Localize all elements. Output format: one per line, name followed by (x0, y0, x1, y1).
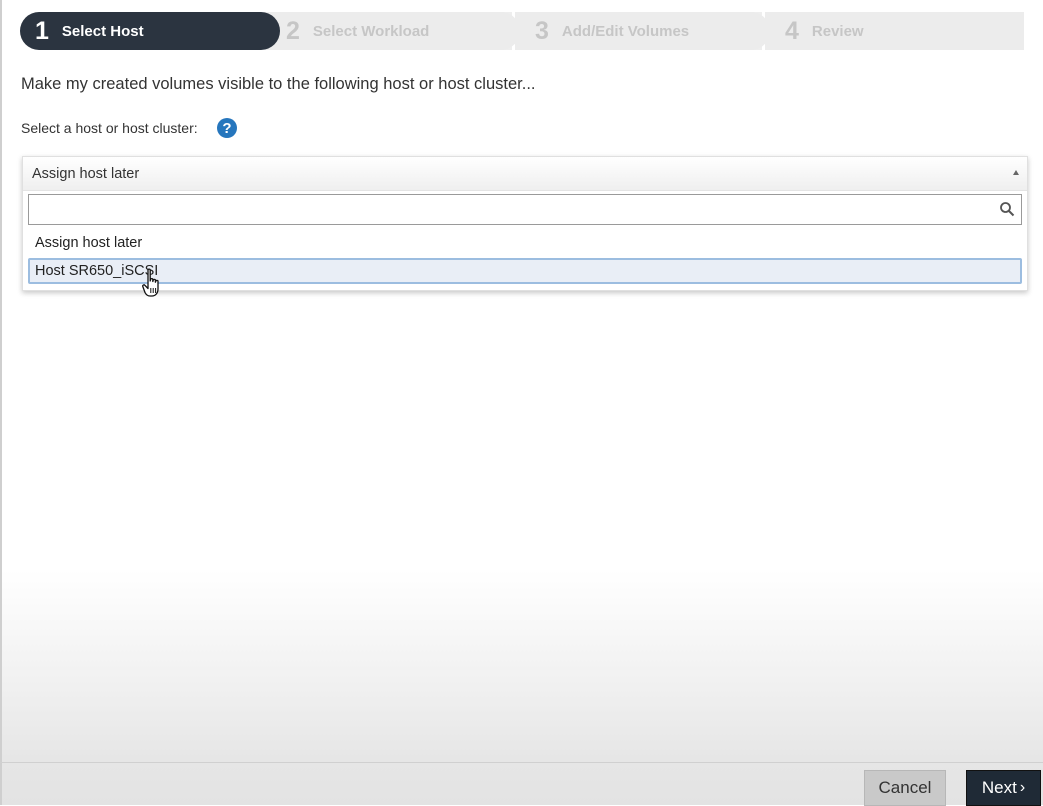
footer-divider (0, 762, 1043, 763)
hand-cursor-icon (142, 268, 159, 297)
step-add-edit-volumes[interactable]: 3 Add/Edit Volumes (515, 12, 770, 50)
next-button-label: Next (981, 778, 1017, 797)
host-select-label: Select a host or host cluster: (21, 120, 198, 136)
step-label: Add/Edit Volumes (561, 22, 690, 40)
step-label: Select Workload (312, 22, 430, 40)
option-assign-host-later[interactable]: Assign host later (28, 230, 1022, 256)
dropdown-search-input[interactable] (29, 195, 1001, 224)
search-icon[interactable] (999, 201, 1015, 217)
window-edge (0, 0, 2, 805)
caret-up-icon (1013, 170, 1019, 175)
wizard-steps: 1 Select Host 2 Select Workload 3 Add/Ed… (20, 12, 1024, 50)
step-select-host[interactable]: 1 Select Host (20, 12, 280, 50)
chevron-right-icon: › (1019, 779, 1026, 796)
step-number: 1 (35, 16, 49, 45)
dropdown-toggle[interactable]: Assign host later (23, 157, 1027, 191)
dropdown-selected-value: Assign host later (32, 166, 140, 182)
step-number: 3 (535, 16, 549, 45)
step-review[interactable]: 4 Review (765, 12, 1024, 50)
help-icon[interactable]: ? (217, 118, 237, 138)
next-button[interactable]: Next › (966, 770, 1041, 806)
step-label: Select Host (61, 22, 144, 40)
option-host-sr650-iscsi[interactable]: Host SR650_iSCSI (28, 258, 1022, 284)
step-number: 4 (785, 16, 799, 45)
step-select-workload[interactable]: 2 Select Workload (265, 12, 520, 50)
dropdown-search-box (28, 194, 1022, 225)
intro-text: Make my created volumes visible to the f… (21, 75, 536, 93)
cancel-button-label: Cancel (878, 778, 932, 797)
step-label: Review (811, 22, 864, 40)
step-number: 2 (286, 16, 300, 45)
cancel-button[interactable]: Cancel (864, 770, 946, 806)
host-dropdown: Assign host later Assign host later Host… (22, 156, 1028, 291)
